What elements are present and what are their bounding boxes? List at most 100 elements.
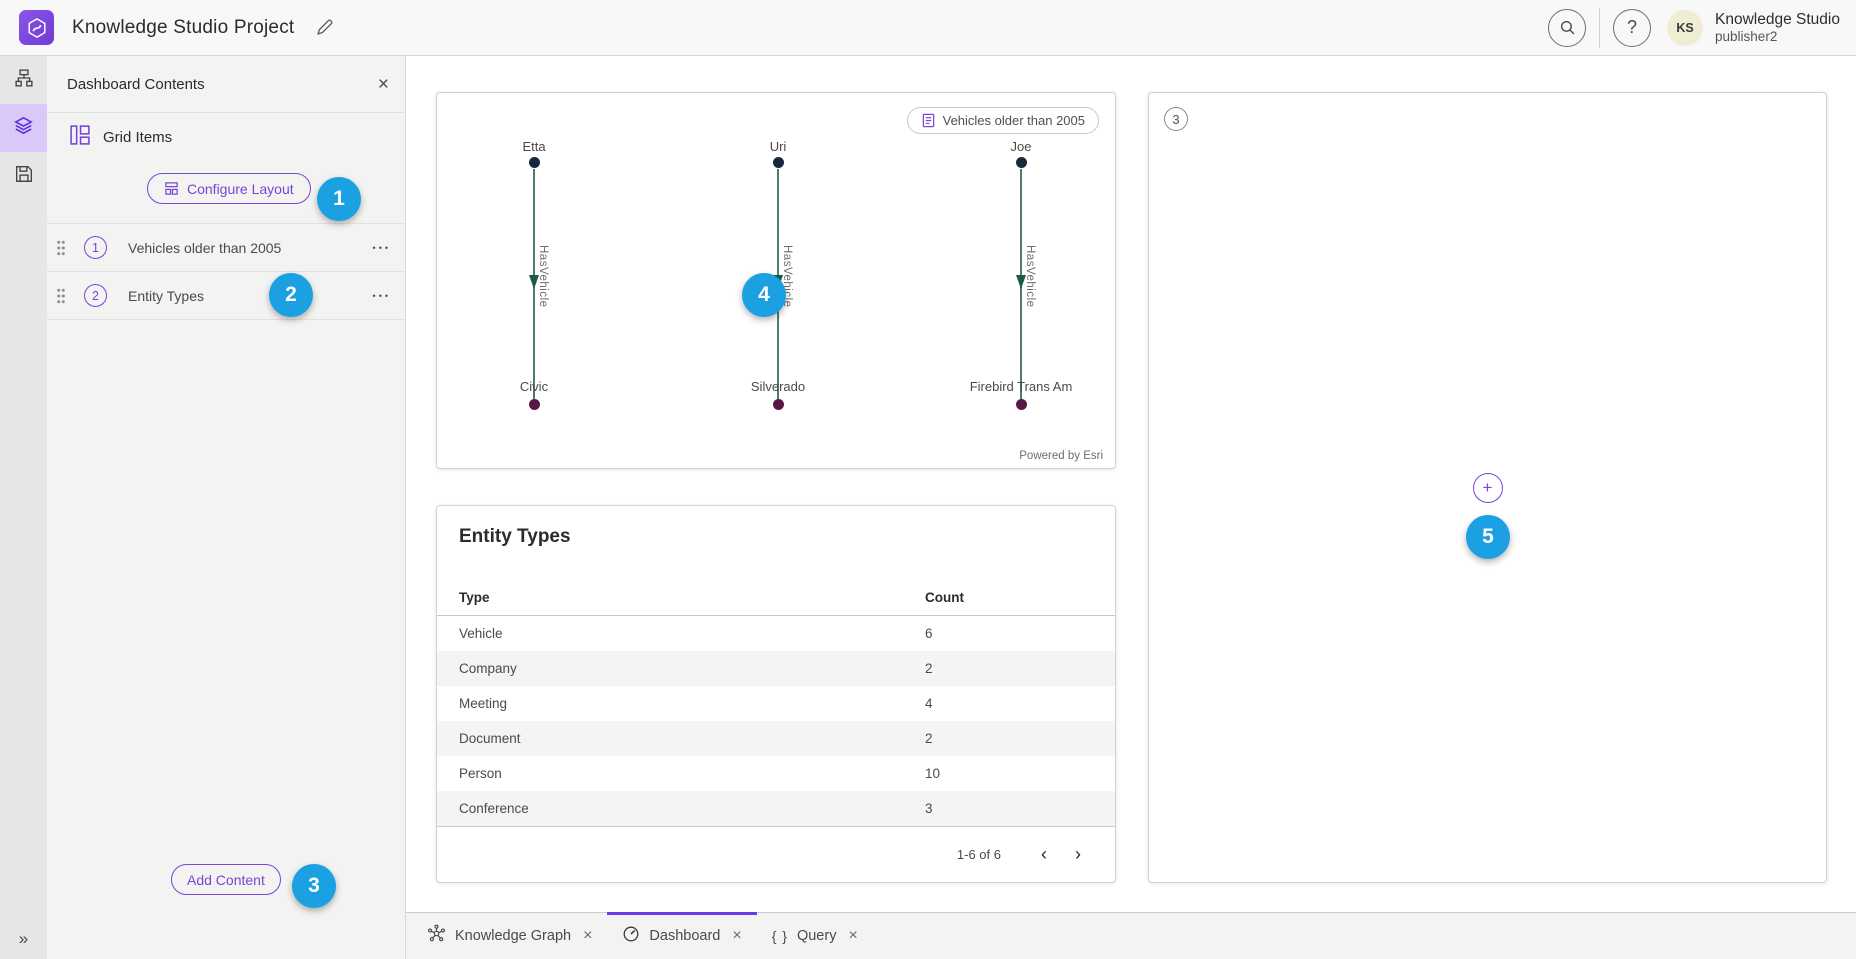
search-button[interactable]	[1548, 9, 1586, 47]
callout-badge-3: 3	[292, 864, 336, 908]
graph-edge-joe-firebird[interactable]: Joe HasVehicle Firebird Trans Am	[941, 133, 1101, 425]
grid-item-list: 1 Vehicles older than 2005 ••• 2 Entity …	[47, 223, 405, 320]
page-title: Knowledge Studio Project	[72, 17, 294, 39]
left-icon-rail: »	[0, 56, 47, 959]
header-divider	[1599, 8, 1600, 48]
knowledge-studio-app: Knowledge Studio Project ? KS Knowledge …	[0, 0, 1856, 959]
knowledge-graph-icon	[427, 924, 446, 948]
chip-label: Vehicles older than 2005	[943, 113, 1085, 128]
column-header-count: Count	[925, 590, 1093, 605]
cell-count: 6	[925, 626, 1093, 641]
app-header: Knowledge Studio Project ? KS Knowledge …	[0, 0, 1856, 56]
list-item-entity-types[interactable]: 2 Entity Types •••	[47, 272, 405, 320]
item-options-icon[interactable]: •••	[373, 243, 391, 253]
table-row[interactable]: Company 2	[437, 651, 1115, 686]
cell-type: Conference	[459, 801, 925, 816]
tab-label: Dashboard	[649, 928, 720, 944]
entity-node[interactable]	[1016, 157, 1027, 168]
callout-badge-1: 1	[317, 177, 361, 221]
cell-count: 2	[925, 661, 1093, 676]
sidebar-item-dashboard-contents[interactable]	[0, 104, 47, 152]
entity-node[interactable]	[529, 399, 540, 410]
tab-label: Knowledge Graph	[455, 928, 571, 944]
panel-header: Dashboard Contents ×	[47, 56, 405, 113]
slot-number-badge: 3	[1164, 107, 1188, 131]
gauge-icon	[622, 925, 640, 948]
help-button[interactable]: ?	[1613, 9, 1651, 47]
entity-types-card[interactable]: Entity Types Type Count Vehicle 6 Compan…	[436, 505, 1116, 883]
knowledge-studio-logo-icon	[19, 10, 54, 45]
configure-layout-button[interactable]: Configure Layout	[147, 173, 311, 204]
add-item-button[interactable]: +	[1473, 473, 1503, 503]
item-options-icon[interactable]: •••	[373, 291, 391, 301]
item-label: Entity Types	[128, 288, 204, 304]
cell-type: Person	[459, 766, 925, 781]
callout-badge-5: 5	[1466, 515, 1510, 559]
entity-node[interactable]	[773, 157, 784, 168]
empty-grid-slot-card[interactable]: 3 +	[1148, 92, 1827, 883]
grid-items-label: Grid Items	[103, 129, 172, 146]
add-content-button[interactable]: Add Content	[171, 864, 281, 895]
table-row[interactable]: Vehicle 6	[437, 616, 1115, 651]
graph-edge-etta-civic[interactable]: Etta HasVehicle Civic	[454, 133, 614, 425]
table-body: Vehicle 6 Company 2 Meeting 4 Document 2	[437, 616, 1115, 826]
cell-count: 4	[925, 696, 1093, 711]
cell-type: Company	[459, 661, 925, 676]
edit-title-icon[interactable]	[316, 19, 333, 36]
dashboard-canvas: Vehicles older than 2005 Etta HasVehicle…	[406, 56, 1856, 912]
pagination-range: 1-6 of 6	[957, 847, 1001, 862]
layers-icon	[14, 116, 33, 140]
node-label[interactable]: Uri	[698, 139, 858, 154]
column-header-type: Type	[459, 590, 925, 605]
grid-layout-icon	[70, 125, 90, 150]
table-row[interactable]: Person 10	[437, 756, 1115, 791]
cell-count: 10	[925, 766, 1093, 781]
table-row[interactable]: Meeting 4	[437, 686, 1115, 721]
sitemap-icon	[15, 69, 33, 92]
tab-label: Query	[797, 928, 837, 944]
callout-badge-2: 2	[269, 273, 313, 317]
close-tab-icon[interactable]: ×	[848, 928, 857, 944]
add-content-label: Add Content	[187, 872, 265, 888]
configure-layout-label: Configure Layout	[187, 181, 294, 197]
table-row[interactable]: Document 2	[437, 721, 1115, 756]
drag-handle-icon[interactable]	[56, 288, 66, 304]
sidebar-item-save[interactable]	[0, 152, 47, 200]
cell-count: 2	[925, 731, 1093, 746]
view-tab-bar: Knowledge Graph × Dashboard × { } Query …	[406, 912, 1856, 959]
table-pagination: 1-6 of 6 ‹ ›	[437, 827, 1115, 867]
item-label: Vehicles older than 2005	[128, 240, 281, 256]
entity-node[interactable]	[773, 399, 784, 410]
entity-node[interactable]	[1016, 399, 1027, 410]
node-label[interactable]: Joe	[941, 139, 1101, 154]
node-label[interactable]: Etta	[454, 139, 614, 154]
tab-dashboard[interactable]: Dashboard ×	[607, 913, 756, 959]
entity-node[interactable]	[529, 157, 540, 168]
node-label[interactable]: Silverado	[698, 379, 858, 394]
sidebar-item-data-model[interactable]	[0, 56, 47, 104]
card-title: Entity Types	[437, 506, 1115, 548]
tab-query[interactable]: { } Query ×	[757, 913, 873, 959]
edge-label: HasVehicle	[537, 245, 549, 308]
tab-knowledge-graph[interactable]: Knowledge Graph ×	[412, 913, 607, 959]
link-chart-source-chip[interactable]: Vehicles older than 2005	[907, 107, 1099, 134]
drag-handle-icon[interactable]	[56, 240, 66, 256]
user-info[interactable]: Knowledge Studio publisher2	[1715, 11, 1840, 44]
close-tab-icon[interactable]: ×	[583, 928, 592, 944]
node-label[interactable]: Firebird Trans Am	[941, 379, 1101, 394]
table-row[interactable]: Conference 3	[437, 791, 1115, 826]
callout-badge-4: 4	[742, 273, 786, 317]
user-avatar[interactable]: KS	[1667, 10, 1703, 46]
node-label[interactable]: Civic	[454, 379, 614, 394]
user-name: Knowledge Studio	[1715, 11, 1840, 29]
close-tab-icon[interactable]: ×	[732, 928, 741, 944]
chevron-left-icon[interactable]: ‹	[1031, 841, 1057, 867]
cell-type: Document	[459, 731, 925, 746]
list-item-vehicles[interactable]: 1 Vehicles older than 2005 •••	[47, 224, 405, 272]
expand-rail-button[interactable]: »	[0, 929, 47, 949]
braces-icon: { }	[772, 928, 788, 944]
panel-title: Dashboard Contents	[67, 76, 205, 93]
chevron-right-icon[interactable]: ›	[1065, 841, 1091, 867]
grid-items-section: Grid Items	[47, 113, 405, 161]
close-icon[interactable]: ×	[378, 75, 389, 94]
